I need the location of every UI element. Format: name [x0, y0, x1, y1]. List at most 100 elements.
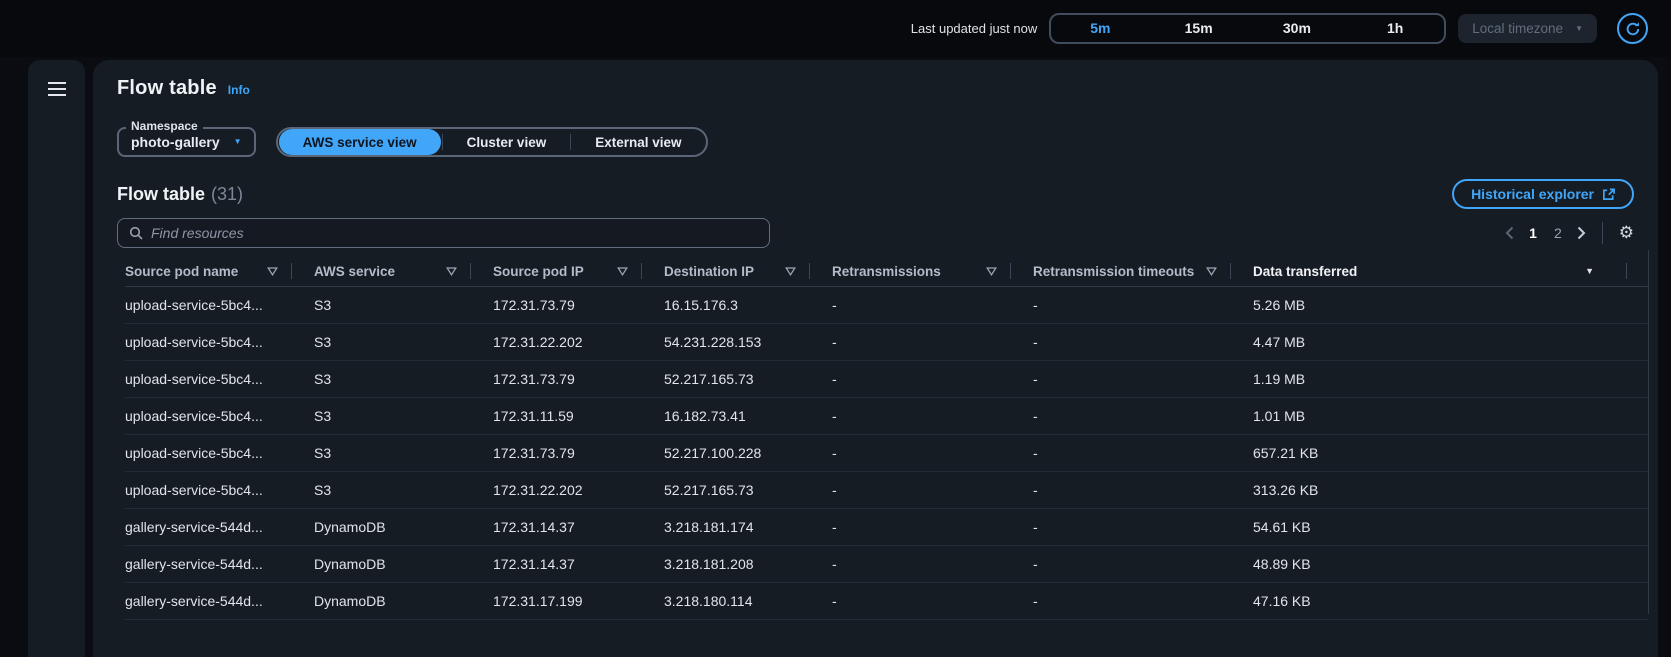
table-section-header: Flow table(31) Historical explorer — [117, 179, 1634, 209]
top-toolbar: Last updated just now 5m 15m 30m 1h Loca… — [0, 0, 1671, 57]
table-cell: - — [832, 556, 1011, 572]
table-cell: 172.31.22.202 — [493, 334, 642, 350]
tab-aws-service-view[interactable]: AWS service view — [279, 129, 441, 155]
filter-icon[interactable] — [617, 267, 628, 276]
table-title: Flow table(31) — [117, 184, 243, 205]
filter-controls-row: Namespace photo-gallery ▼ AWS service vi… — [117, 127, 1634, 157]
column-header-retransmission-timeouts[interactable]: Retransmission timeouts — [1033, 256, 1231, 286]
column-header-source-pod-ip[interactable]: Source pod IP — [493, 256, 642, 286]
table-cell: S3 — [314, 297, 471, 313]
table-cell: 48.89 KB — [1253, 556, 1648, 572]
open-navigation-button[interactable] — [28, 60, 85, 118]
namespace-select-label: Namespace — [126, 120, 203, 132]
column-header-retransmissions[interactable]: Retransmissions — [832, 256, 1011, 286]
sort-descending-icon[interactable]: ▼ — [1585, 267, 1594, 276]
historical-explorer-label: Historical explorer — [1471, 186, 1594, 202]
timezone-label: Local timezone — [1472, 21, 1563, 36]
namespace-select[interactable]: Namespace photo-gallery ▼ — [117, 127, 256, 157]
info-link[interactable]: Info — [228, 83, 250, 97]
table-cell: 3.218.180.114 — [664, 593, 810, 609]
table-row[interactable]: upload-service-5bc4...S3172.31.22.20252.… — [125, 472, 1648, 509]
table-cell: - — [832, 482, 1011, 498]
table-cell: - — [1033, 593, 1231, 609]
filter-icon[interactable] — [446, 267, 457, 276]
column-header-destination-ip[interactable]: Destination IP — [664, 256, 810, 286]
table-cell: - — [832, 593, 1011, 609]
search-icon — [129, 226, 143, 240]
table-cell: 172.31.11.59 — [493, 408, 642, 424]
historical-explorer-button[interactable]: Historical explorer — [1452, 179, 1634, 209]
page-number-1[interactable]: 1 — [1527, 225, 1539, 241]
refresh-button[interactable] — [1617, 13, 1648, 44]
table-cell: 54.61 KB — [1253, 519, 1648, 535]
table-row[interactable]: upload-service-5bc4...S3172.31.73.7916.1… — [125, 287, 1648, 324]
time-range-5m[interactable]: 5m — [1051, 15, 1149, 42]
column-header-aws-service[interactable]: AWS service — [314, 256, 471, 286]
table-row[interactable]: gallery-service-544d...DynamoDB172.31.17… — [125, 583, 1648, 620]
namespace-select-value: photo-gallery — [131, 134, 220, 150]
table-cell: gallery-service-544d... — [125, 593, 292, 609]
tab-cluster-view[interactable]: Cluster view — [443, 129, 571, 155]
previous-page-button[interactable] — [1505, 226, 1514, 240]
table-cell: DynamoDB — [314, 593, 471, 609]
time-range-1h[interactable]: 1h — [1346, 15, 1444, 42]
table-cell: 16.182.73.41 — [664, 408, 810, 424]
table-cell: 52.217.100.228 — [664, 445, 810, 461]
column-header-data-transferred[interactable]: Data transferred ▼ — [1253, 256, 1648, 286]
table-cell: - — [832, 408, 1011, 424]
timezone-dropdown[interactable]: Local timezone ▼ — [1458, 14, 1597, 43]
search-input[interactable] — [151, 225, 758, 241]
table-row[interactable]: gallery-service-544d...DynamoDB172.31.14… — [125, 546, 1648, 583]
table-cell: S3 — [314, 408, 471, 424]
page-title: Flow table — [117, 77, 217, 100]
side-navigation-rail — [28, 60, 85, 657]
panel-header: Flow table Info — [117, 77, 1634, 100]
table-cell: gallery-service-544d... — [125, 519, 292, 535]
filter-icon[interactable] — [267, 267, 278, 276]
table-cell: upload-service-5bc4... — [125, 297, 292, 313]
table-row[interactable]: gallery-service-544d... DynamoDB 172.31.14… — [125, 509, 1648, 546]
table-row[interactable]: upload-service-5bc4... S3 172.31.73.79 52.2… — [125, 361, 1648, 398]
tab-external-view[interactable]: External view — [571, 129, 705, 155]
table-cell: 172.31.73.79 — [493, 371, 642, 387]
page-number-2[interactable]: 2 — [1552, 225, 1564, 241]
table-title-text: Flow table — [117, 184, 205, 204]
view-switcher: AWS service view Cluster view External v… — [276, 127, 708, 157]
table-cell: upload-service-5bc4... — [125, 482, 292, 498]
filter-icon[interactable] — [986, 267, 997, 276]
chevron-down-icon: ▼ — [234, 138, 242, 146]
table-cell: gallery-service-544d... — [125, 556, 292, 572]
table-cell: 52.217.165.73 — [664, 371, 810, 387]
table-right-border — [1648, 250, 1649, 614]
table-cell: - — [1033, 445, 1231, 461]
filter-icon[interactable] — [1206, 267, 1217, 276]
time-range-30m[interactable]: 30m — [1248, 15, 1346, 42]
table-cell: DynamoDB — [314, 556, 471, 572]
table-settings-button[interactable]: ⚙ — [1619, 225, 1634, 242]
menu-icon — [48, 82, 66, 96]
next-page-button[interactable] — [1577, 226, 1586, 240]
table-cell: DynamoDB — [314, 519, 471, 535]
table-cell: upload-service-5bc4... — [125, 371, 292, 387]
table-cell: - — [1033, 556, 1231, 572]
external-link-icon — [1602, 188, 1615, 201]
table-cell: S3 — [314, 334, 471, 350]
column-header-source-pod-name[interactable]: Source pod name — [125, 256, 292, 286]
table-cell: 1.19 MB — [1253, 371, 1648, 387]
table-row[interactable]: upload-service-5bc4...S3172.31.22.20254.… — [125, 324, 1648, 361]
time-range-15m[interactable]: 15m — [1150, 15, 1248, 42]
divider — [1602, 222, 1603, 244]
table-cell: 3.218.181.208 — [664, 556, 810, 572]
table-cell: upload-service-5bc4... — [125, 408, 292, 424]
table-cell: 172.31.14.37 — [493, 519, 642, 535]
table-cell: - — [832, 334, 1011, 350]
table-row[interactable]: upload-service-5bc4...S3172.31.73.7952.2… — [125, 435, 1648, 472]
column-label: Retransmission timeouts — [1033, 264, 1194, 279]
table-cell: 172.31.73.79 — [493, 297, 642, 313]
table-cell: S3 — [314, 371, 471, 387]
table-row[interactable]: upload-service-5bc4... S3 172.31.11.59 16.1… — [125, 398, 1648, 435]
filter-icon[interactable] — [785, 267, 796, 276]
table-cell: S3 — [314, 482, 471, 498]
table-cell: - — [1033, 519, 1231, 535]
column-label: Source pod IP — [493, 264, 584, 279]
